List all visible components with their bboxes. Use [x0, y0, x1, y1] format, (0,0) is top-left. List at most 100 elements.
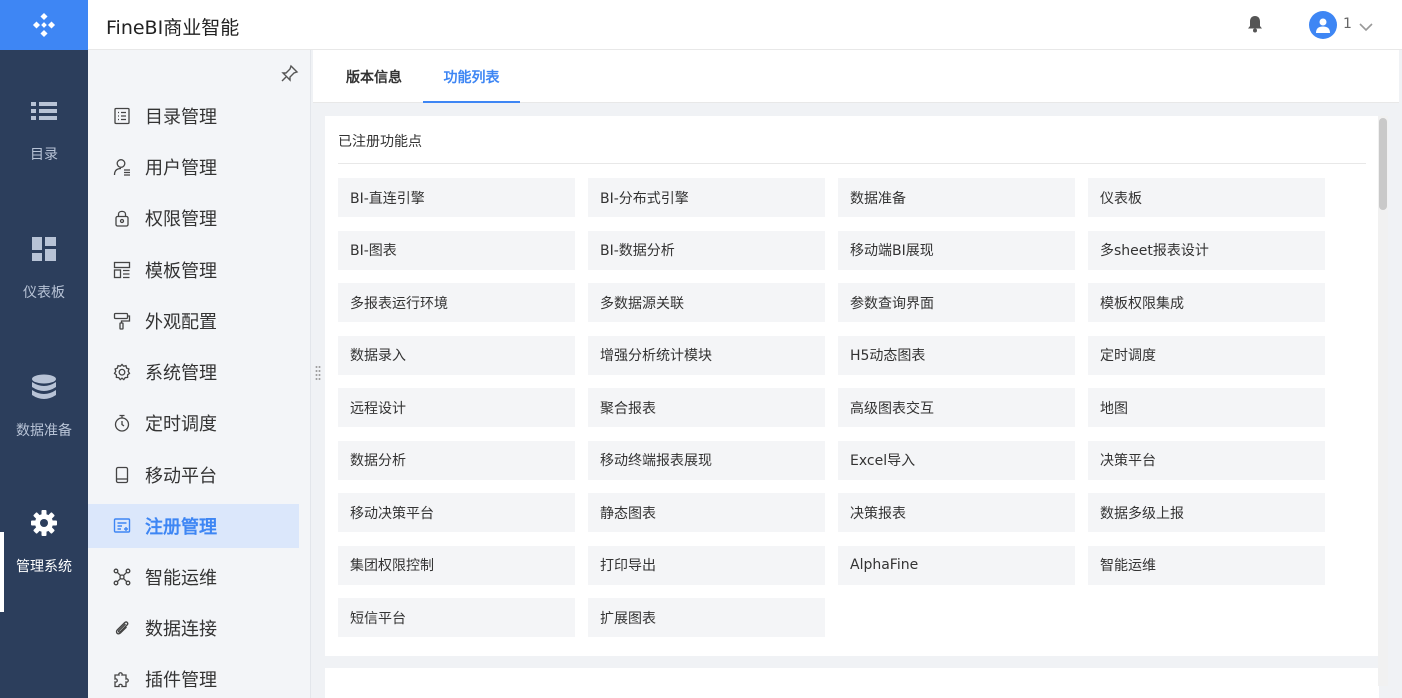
sidebar: 目录管理 用户管理 权限管理 模板管理 外观配置 系统管理 定时调度 移动平台 …: [88, 50, 311, 698]
rail-item-label: 仪表板: [23, 285, 65, 301]
feature-item: AlphaFine: [838, 545, 1075, 585]
sidebar-item-catalog[interactable]: 目录管理: [88, 94, 299, 138]
feature-item: 决策报表: [838, 493, 1075, 532]
feature-item: 远程设计: [338, 388, 575, 427]
tab-feature-list[interactable]: 功能列表: [423, 50, 520, 103]
rail-item-label: 数据准备: [16, 423, 72, 439]
tab-label: 版本信息: [346, 69, 402, 86]
sidebar-item-mobile[interactable]: 移动平台: [88, 453, 299, 497]
tab-bar: 版本信息 功能列表: [313, 50, 1399, 103]
feature-item: 扩展图表: [588, 598, 825, 637]
sidebar-item-ops[interactable]: 智能运维: [88, 555, 299, 599]
feature-item: 集团权限控制: [338, 545, 575, 585]
feature-item: 参数查询界面: [838, 283, 1075, 322]
rail-item-label: 目录: [30, 147, 58, 163]
user-icon: [1316, 18, 1330, 33]
secondary-card: [325, 668, 1379, 698]
feature-item: 智能运维: [1088, 545, 1325, 585]
scrollbar[interactable]: [1378, 116, 1388, 686]
rail-item-data-prep[interactable]: 数据准备: [0, 372, 88, 492]
feature-item: 仪表板: [1088, 178, 1325, 217]
template-icon: [112, 260, 132, 280]
feature-item: BI-直连引擎: [338, 178, 575, 217]
feature-item: 数据多级上报: [1088, 493, 1325, 532]
rail-item-catalog[interactable]: 目录: [0, 96, 88, 216]
feature-item: 短信平台: [338, 598, 575, 637]
avatar[interactable]: [1309, 11, 1337, 39]
sidebar-item-label: 数据连接: [145, 619, 217, 640]
sidebar-item-users[interactable]: 用户管理: [88, 145, 299, 189]
feature-item: 数据录入: [338, 335, 575, 375]
sidebar-item-permissions[interactable]: 权限管理: [88, 196, 299, 240]
lock-icon: [112, 208, 132, 228]
sidebar-item-label: 模板管理: [145, 261, 217, 282]
feature-item: 决策平台: [1088, 440, 1325, 480]
sidebar-item-label: 智能运维: [145, 568, 217, 589]
sidebar-item-label: 插件管理: [145, 670, 217, 691]
user-icon: [112, 157, 132, 177]
chevron-down-icon[interactable]: [1359, 17, 1373, 36]
sidebar-item-label: 权限管理: [145, 209, 217, 230]
app-title: FineBI商业智能: [106, 17, 240, 39]
tab-version-info[interactable]: 版本信息: [329, 50, 419, 103]
logo-icon: [32, 12, 56, 38]
rail-item-label: 管理系统: [16, 559, 72, 575]
feature-item: 增强分析统计模块: [588, 335, 825, 375]
mobile-icon: [112, 465, 132, 485]
catalog-icon: [112, 106, 132, 126]
bell-icon[interactable]: [1247, 15, 1263, 37]
rail-item-admin[interactable]: 管理系统: [0, 508, 88, 628]
feature-item: 静态图表: [588, 493, 825, 532]
rail-item-dashboard[interactable]: 仪表板: [0, 234, 88, 354]
feature-item: 移动端BI展现: [838, 230, 1075, 270]
feature-item: 模板权限集成: [1088, 283, 1325, 322]
puzzle-icon: [112, 669, 132, 689]
feature-item: 数据分析: [338, 440, 575, 480]
register-icon: [112, 516, 132, 536]
main-nav-rail: 目录 仪表板 数据准备 管理系统: [0, 0, 88, 698]
dashboard-icon: [32, 234, 56, 264]
sidebar-resize-handle[interactable]: [315, 365, 321, 385]
feature-item: 定时调度: [1088, 335, 1325, 375]
sidebar-item-system[interactable]: 系统管理: [88, 350, 299, 394]
timer-icon: [112, 413, 132, 433]
list-icon: [31, 96, 57, 126]
sidebar-item-registration[interactable]: 注册管理: [88, 504, 299, 548]
logo[interactable]: [0, 0, 88, 50]
feature-item: 多报表运行环境: [338, 283, 575, 322]
sidebar-item-templates[interactable]: 模板管理: [88, 248, 299, 292]
sidebar-item-label: 系统管理: [145, 363, 217, 384]
gear-icon: [30, 508, 58, 538]
sidebar-item-label: 外观配置: [145, 312, 217, 333]
feature-item: Excel导入: [838, 440, 1075, 480]
top-header: FineBI商业智能 1: [88, 0, 1402, 50]
feature-item: 聚合报表: [588, 388, 825, 427]
sidebar-item-scheduling[interactable]: 定时调度: [88, 401, 299, 445]
sidebar-item-label: 目录管理: [145, 107, 217, 128]
database-icon: [31, 372, 57, 402]
pin-icon[interactable]: [281, 64, 299, 86]
feature-item: BI-分布式引擎: [588, 178, 825, 217]
feature-item: 高级图表交互: [838, 388, 1075, 427]
feature-item: 多数据源关联: [588, 283, 825, 322]
feature-item: 移动终端报表展现: [588, 440, 825, 480]
sidebar-item-data-connection[interactable]: 数据连接: [88, 606, 299, 650]
feature-item: H5动态图表: [838, 335, 1075, 375]
divider: [338, 163, 1366, 164]
paperclip-icon: [112, 618, 132, 638]
sidebar-item-label: 移动平台: [145, 466, 217, 487]
feature-list-card: 已注册功能点 BI-直连引擎 BI-分布式引擎 数据准备 仪表板 BI-图表 BI-数据分…: [325, 116, 1379, 656]
sidebar-item-plugins[interactable]: 插件管理: [88, 657, 299, 698]
feature-item: BI-图表: [338, 230, 575, 270]
sidebar-item-appearance[interactable]: 外观配置: [88, 299, 299, 343]
network-icon: [112, 567, 132, 587]
feature-item: 移动决策平台: [338, 493, 575, 532]
user-name[interactable]: 1: [1343, 16, 1352, 32]
tab-label: 功能列表: [443, 69, 500, 86]
feature-item: 多sheet报表设计: [1088, 230, 1325, 270]
sidebar-item-label: 注册管理: [145, 517, 217, 538]
sidebar-item-label: 用户管理: [145, 158, 217, 179]
sidebar-item-label: 定时调度: [145, 414, 217, 435]
scrollbar-thumb[interactable]: [1379, 118, 1387, 210]
feature-item: 地图: [1088, 388, 1325, 427]
